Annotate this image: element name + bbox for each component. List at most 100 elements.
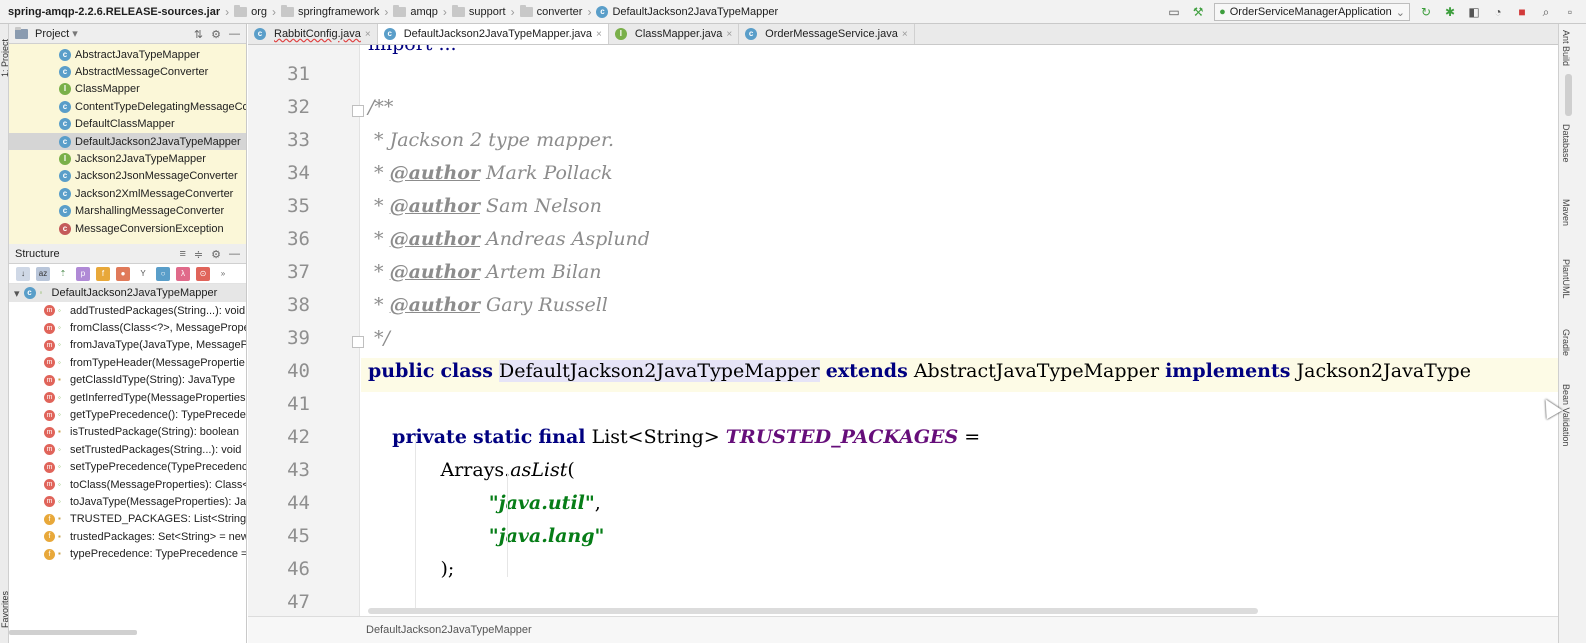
- breadcrumb-class[interactable]: c DefaultJackson2JavaTypeMapper: [592, 0, 782, 24]
- project-tree-item[interactable]: c ContentTypeDelegatingMessageCon: [9, 98, 246, 115]
- gear-icon[interactable]: ⚙: [211, 28, 221, 41]
- gradle-tool-tab[interactable]: Gradle: [1561, 329, 1571, 356]
- structure-method-item[interactable]: m ◦ toClass(MessageProperties): Class<: [9, 476, 246, 493]
- structure-member-label: getTypePrecedence(): TypePrecedenc: [70, 409, 247, 422]
- structure-method-item[interactable]: m ◦ getTypePrecedence(): TypePrecedenc: [9, 406, 246, 423]
- structure-method-item[interactable]: m ▪ isTrustedPackage(String): boolean: [9, 424, 246, 441]
- editor-horizontal-scrollbar[interactable]: [368, 608, 1258, 614]
- structure-method-item[interactable]: m ◦ fromClass(Class<?>, MessagePrope: [9, 319, 246, 336]
- code-editor[interactable]: 31 32 33 34 35 36 37 38 39 40 41 42 43 44 45 46 47 impor…: [248, 45, 1558, 616]
- minimize-icon[interactable]: —: [229, 28, 240, 40]
- structure-method-item[interactable]: m ▪ getClassIdType(String): JavaType: [9, 372, 246, 389]
- public-visibility-icon: ◦: [58, 479, 61, 489]
- lambda-icon[interactable]: λ: [176, 266, 190, 281]
- gear-icon[interactable]: ⚙: [211, 248, 221, 261]
- fold-marker-icon[interactable]: [352, 105, 364, 117]
- line-number: 43: [287, 459, 310, 481]
- horizontal-scrollbar[interactable]: [9, 630, 137, 635]
- structure-field-item[interactable]: f ▪ TRUSTED_PACKAGES: List<String> =: [9, 511, 246, 528]
- profile-icon[interactable]: ◔: [1490, 4, 1506, 20]
- project-tree-item[interactable]: I Jackson2JavaTypeMapper: [9, 150, 246, 167]
- show-inherited-icon[interactable]: ⇡: [56, 266, 70, 281]
- project-tree-item[interactable]: I ClassMapper: [9, 81, 246, 98]
- show-anonymous-icon[interactable]: Y: [136, 266, 150, 281]
- project-tree-item[interactable]: c DefaultJackson2JavaTypeMapper: [9, 132, 246, 151]
- structure-method-item[interactable]: m ◦ setTrustedPackages(String...): void: [9, 441, 246, 458]
- structure-method-item[interactable]: m ◦ fromTypeHeader(MessagePropertie: [9, 354, 246, 371]
- breadcrumb-support[interactable]: support: [448, 0, 510, 24]
- stop-icon[interactable]: ■: [1514, 4, 1530, 20]
- coverage-icon[interactable]: ◧: [1466, 4, 1482, 20]
- close-icon[interactable]: ×: [902, 29, 908, 40]
- run-configuration-select[interactable]: ● OrderServiceManagerApplication ⌄: [1214, 3, 1410, 21]
- build-hammer-icon[interactable]: ⚒: [1190, 4, 1206, 20]
- editor-vertical-scrollbar[interactable]: [1565, 74, 1572, 116]
- collapse-all-icon[interactable]: ≑: [194, 248, 203, 261]
- plantuml-tool-tab[interactable]: PlantUML: [1561, 259, 1571, 299]
- expand-all-icon[interactable]: ≡: [179, 248, 185, 260]
- structure-method-item[interactable]: m ◦ setTypePrecedence(TypePrecedence: [9, 459, 246, 476]
- structure-method-item[interactable]: m ◦ addTrustedPackages(String...): void: [9, 302, 246, 319]
- structure-method-item[interactable]: m ◦ getInferredType(MessageProperties: [9, 389, 246, 406]
- close-icon[interactable]: ×: [596, 29, 602, 40]
- ant-build-tool-tab[interactable]: Ant Build: [1561, 30, 1571, 66]
- breadcrumb-springframework[interactable]: springframework: [277, 0, 383, 24]
- more-icon[interactable]: »: [216, 267, 230, 281]
- layout-icon[interactable]: ▭: [1166, 4, 1182, 20]
- editor-tab[interactable]: c RabbitConfig.java ×: [248, 24, 378, 44]
- close-icon[interactable]: ×: [365, 29, 371, 40]
- interface-icon: I: [614, 28, 627, 40]
- show-fields-icon[interactable]: f: [96, 266, 110, 281]
- close-icon[interactable]: ×: [726, 29, 732, 40]
- structure-root-class[interactable]: ▾ c ◦ DefaultJackson2JavaTypeMapper: [9, 284, 246, 302]
- debug-icon[interactable]: ✱: [1442, 4, 1458, 20]
- editor-tab[interactable]: I ClassMapper.java ×: [609, 24, 740, 44]
- project-view-select[interactable]: Project ▾: [15, 26, 78, 40]
- structure-field-item[interactable]: f ▪ trustedPackages: Set<String> = new: [9, 528, 246, 545]
- project-tree-item[interactable]: c Jackson2JsonMessageConverter: [9, 168, 246, 185]
- more-icon[interactable]: ▫: [1562, 4, 1578, 20]
- editor-tab[interactable]: c DefaultJackson2JavaTypeMapper.java ×: [377, 24, 609, 44]
- code-line-44: "java.util",: [368, 492, 601, 514]
- structure-method-item[interactable]: m ◦ fromJavaType(JavaType, MessagePr: [9, 337, 246, 354]
- structure-member-label: toJavaType(MessageProperties): Jav: [70, 495, 247, 508]
- collapse-all-icon[interactable]: ⇅: [194, 28, 203, 41]
- search-icon[interactable]: ⌕: [1538, 4, 1554, 20]
- project-tree-item[interactable]: c AbstractJavaTypeMapper: [9, 46, 246, 63]
- interface-icon: I: [59, 83, 71, 96]
- sort-alphabetically-icon[interactable]: az: [36, 266, 50, 281]
- database-tool-tab[interactable]: Database: [1561, 124, 1571, 163]
- breadcrumb-org[interactable]: org: [230, 0, 271, 24]
- aslist-method: asList: [510, 459, 568, 481]
- bean-validation-tool-tab[interactable]: Bean Validation: [1561, 384, 1571, 446]
- project-tool-tab[interactable]: 1: Project: [0, 28, 10, 88]
- structure-field-item[interactable]: f ▪ typePrecedence: TypePrecedence =: [9, 545, 246, 562]
- minimize-icon[interactable]: —: [229, 248, 240, 260]
- class-icon: c: [59, 100, 71, 113]
- method-icon: m: [44, 461, 55, 473]
- sort-by-visibility-icon[interactable]: ↓: [16, 266, 30, 281]
- structure-method-item[interactable]: m ◦ toJavaType(MessageProperties): Jav: [9, 493, 246, 510]
- project-tree-item[interactable]: c Jackson2XmlMessageConverter: [9, 185, 246, 202]
- class-icon: c: [59, 135, 71, 148]
- class-icon: c: [59, 66, 71, 79]
- project-tree-item[interactable]: c MessageConversionException: [9, 220, 246, 237]
- breadcrumb-jar[interactable]: spring-amqp-2.2.6.RELEASE-sources.jar: [0, 0, 224, 24]
- editor-tab[interactable]: c OrderMessageService.java ×: [739, 24, 915, 44]
- breadcrumb-amqp[interactable]: amqp: [389, 0, 442, 24]
- project-tree-item[interactable]: c DefaultClassMapper: [9, 116, 246, 133]
- code-line-39: */: [368, 327, 390, 349]
- breadcrumb-converter[interactable]: converter: [516, 0, 587, 24]
- editor-breadcrumb-item[interactable]: DefaultJackson2JavaTypeMapper: [366, 624, 532, 636]
- fold-marker-icon[interactable]: [352, 336, 364, 348]
- show-properties-icon[interactable]: p: [76, 266, 90, 281]
- autoscroll-icon[interactable]: ⊙: [196, 266, 210, 281]
- maven-tool-tab[interactable]: Maven: [1561, 199, 1571, 226]
- project-tree-item[interactable]: c AbstractMessageConverter: [9, 63, 246, 80]
- favorites-tool-tab[interactable]: Favorites: [0, 584, 10, 634]
- project-tree-item[interactable]: c MarshallingMessageConverter: [9, 203, 246, 220]
- indent-guide: [415, 440, 416, 610]
- show-non-public-icon[interactable]: ●: [116, 266, 130, 281]
- show-lambdas-icon[interactable]: ○: [156, 266, 170, 281]
- rerun-icon[interactable]: ↻: [1418, 4, 1434, 20]
